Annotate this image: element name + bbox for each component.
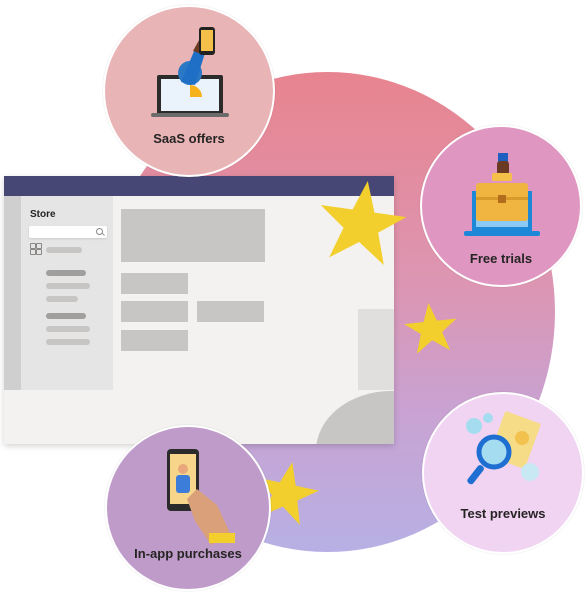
app-card-placeholder[interactable] xyxy=(197,301,264,322)
side-panel-placeholder xyxy=(358,309,394,390)
store-title: Store xyxy=(30,209,56,220)
star-icon xyxy=(320,181,407,266)
test-previews-label: Test previews xyxy=(460,506,546,521)
app-card-placeholder[interactable] xyxy=(121,301,188,322)
briefcase-laptop-icon xyxy=(464,153,540,236)
test-previews-bubble[interactable]: Test previews xyxy=(422,392,584,554)
store-search-input[interactable] xyxy=(29,226,107,238)
free-trials-label: Free trials xyxy=(469,251,533,266)
apps-grid-icon xyxy=(30,243,42,255)
free-trials-bubble[interactable]: Free trials xyxy=(420,125,582,287)
phone-in-hand-icon xyxy=(167,449,235,545)
magnifier-document-icon xyxy=(466,411,541,485)
store-sidebar: Store xyxy=(21,196,113,390)
sidebar-item-placeholder[interactable] xyxy=(46,296,78,302)
hero-card-placeholder[interactable] xyxy=(121,209,265,262)
sidebar-item-placeholder[interactable] xyxy=(46,270,86,276)
laptop-with-phone-icon xyxy=(151,27,229,117)
sidebar-item-placeholder[interactable] xyxy=(46,326,90,332)
sidebar-item-placeholder[interactable] xyxy=(46,339,90,345)
app-rail xyxy=(4,196,21,390)
in-app-purchases-bubble[interactable]: In-app purchases xyxy=(105,425,271,591)
sidebar-item-placeholder[interactable] xyxy=(46,313,86,319)
saas-offers-bubble[interactable]: SaaS offers xyxy=(103,5,275,177)
app-card-placeholder[interactable] xyxy=(121,273,188,294)
sidebar-item-placeholder[interactable] xyxy=(46,283,90,289)
in-app-purchases-label: In-app purchases xyxy=(134,546,242,561)
saas-offers-label: SaaS offers xyxy=(153,131,225,146)
search-icon xyxy=(96,228,103,235)
star-icon xyxy=(404,302,457,354)
app-card-placeholder[interactable] xyxy=(121,330,188,351)
sidebar-item-placeholder[interactable] xyxy=(46,247,82,253)
